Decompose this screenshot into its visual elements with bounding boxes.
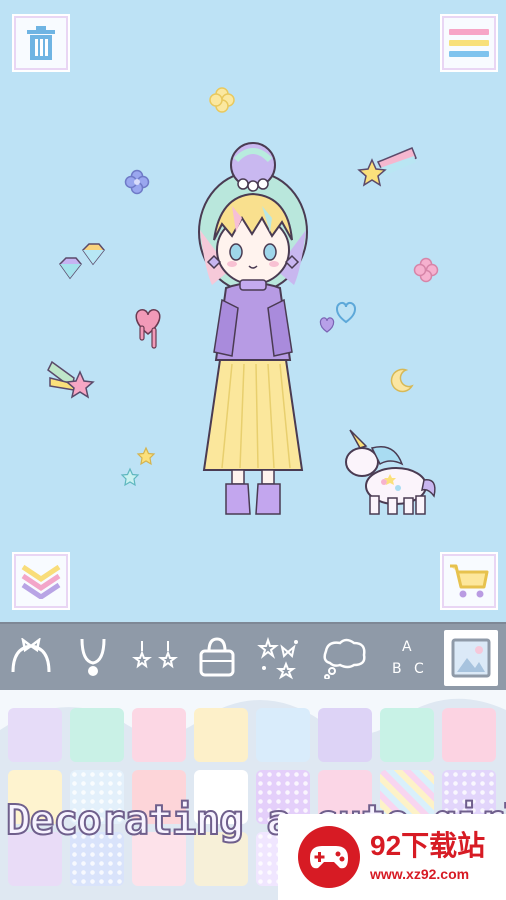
tab-background[interactable] xyxy=(444,630,498,686)
text-icon: A B C xyxy=(392,639,424,677)
character-figure xyxy=(198,142,308,515)
flower-icon xyxy=(413,257,439,283)
color-swatch[interactable] xyxy=(442,708,496,762)
color-swatch[interactable] xyxy=(70,708,124,762)
sticker-layer xyxy=(47,87,439,515)
color-swatch[interactable] xyxy=(318,708,372,762)
color-swatch[interactable] xyxy=(194,708,248,762)
flower-icon xyxy=(124,169,150,195)
category-toolbar: A B C xyxy=(0,622,506,692)
dress-up-stage[interactable] xyxy=(0,0,506,622)
color-swatch[interactable] xyxy=(256,708,310,762)
star-icon xyxy=(136,446,156,466)
watermark-title: 92下载站 xyxy=(370,830,486,861)
unicorn-icon xyxy=(345,429,436,515)
color-swatch[interactable] xyxy=(380,708,434,762)
tab-headband[interactable] xyxy=(4,630,58,686)
star-icon xyxy=(120,467,140,487)
speech-bubble-icon xyxy=(323,638,366,679)
text-letter-a: A xyxy=(402,639,412,655)
text-letter-b: B xyxy=(392,661,402,677)
tab-text[interactable]: A B C xyxy=(380,630,434,686)
flower-icon xyxy=(209,87,235,113)
heart-icon xyxy=(336,301,356,324)
tab-bag[interactable] xyxy=(190,630,244,686)
heart-icon xyxy=(135,309,161,349)
headband-icon xyxy=(11,638,51,673)
gamepad-logo-icon xyxy=(298,826,360,888)
tab-necklace[interactable] xyxy=(66,630,120,686)
diamond-icon xyxy=(82,243,105,266)
background-icon xyxy=(451,638,491,678)
color-swatch[interactable] xyxy=(132,708,186,762)
necklace-icon xyxy=(80,638,106,676)
shooting-star-icon xyxy=(357,147,417,187)
sparkles-icon xyxy=(257,636,298,680)
site-watermark: 92下载站 www.xz92.com xyxy=(278,814,506,900)
text-letter-c: C xyxy=(414,661,424,677)
bag-icon xyxy=(199,637,235,677)
watermark-url: www.xz92.com xyxy=(370,866,470,882)
tab-speech-bubble[interactable] xyxy=(318,630,372,686)
shooting-star-icon xyxy=(47,360,95,399)
moon-icon xyxy=(390,368,414,393)
heart-icon xyxy=(319,317,335,333)
tab-sparkles[interactable] xyxy=(252,630,306,686)
diamond-icon xyxy=(59,257,82,280)
color-swatch[interactable] xyxy=(8,708,62,762)
tab-earrings[interactable] xyxy=(128,630,182,686)
earrings-icon xyxy=(132,641,178,669)
